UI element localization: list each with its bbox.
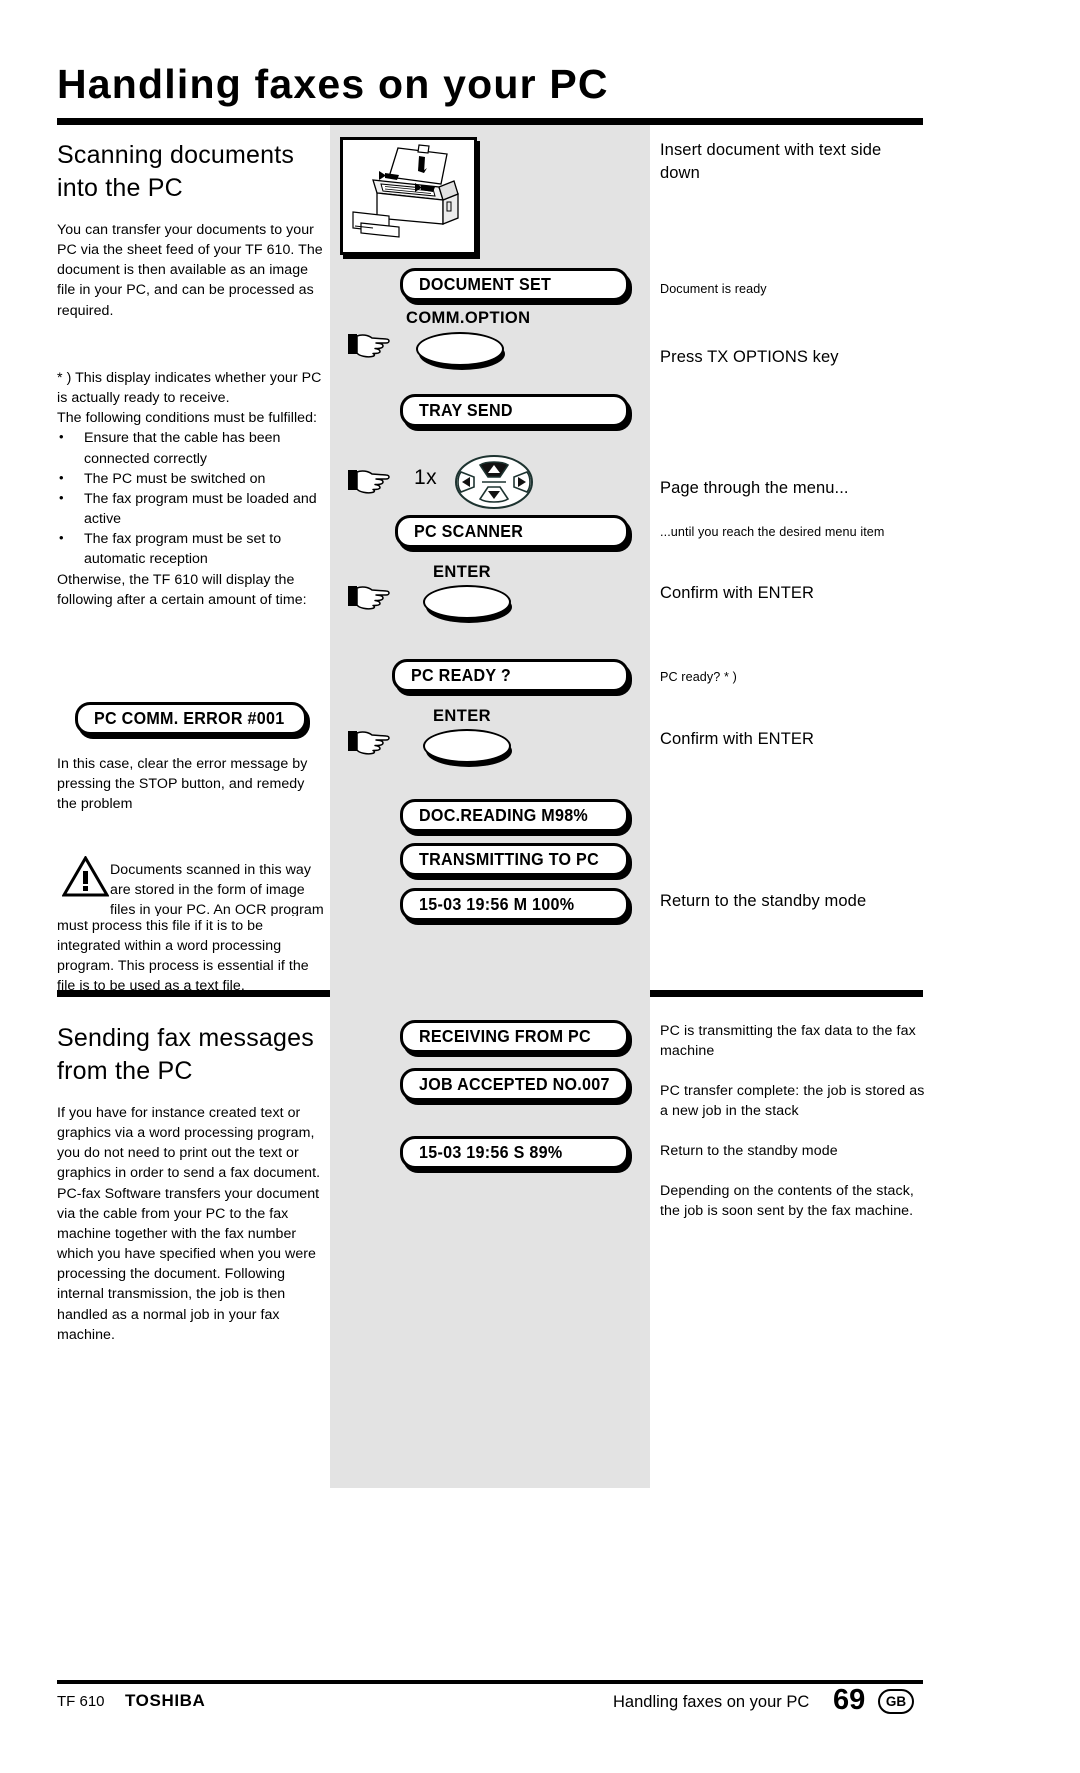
annotation-depending-stack: Depending on the contents of the stack, …	[660, 1183, 914, 1219]
annotation-return-standby-2: Return to the standby mode	[660, 1143, 838, 1159]
repeat-count-label: 1x	[414, 466, 438, 489]
key-label-comm-option: COMM.OPTION	[406, 309, 531, 327]
manual-page: Handling faxes on your PC Scanning docum…	[0, 0, 1080, 1773]
fax-machine-illustration	[340, 137, 477, 255]
lcd-pc-ready: PC READY ?	[392, 659, 629, 692]
annotation-insert-document: Insert document with text side down	[660, 141, 882, 182]
comm-option-button[interactable]	[416, 332, 504, 366]
pointing-hand-icon	[348, 727, 394, 757]
list-item: Ensure that the cable has been connected…	[57, 428, 325, 468]
footer-divider	[57, 1680, 923, 1684]
warning-text-cont: must process this file if it is to be in…	[57, 918, 309, 995]
lcd-pc-comm-error: PC COMM. ERROR #001	[75, 702, 307, 735]
annotation-confirm-enter-2: Confirm with ENTER	[660, 730, 814, 748]
annotation-return-standby-1: Return to the standby mode	[660, 892, 867, 910]
section2-heading: Sending fax messages from the PC	[57, 1022, 325, 1087]
annotation-page-through: Page through the menu...	[660, 479, 849, 497]
section1-footnote: * ) This display indicates whether your …	[57, 368, 325, 610]
section1-warning-text-head: Documents scanned in this way are stored…	[110, 862, 324, 916]
enter-button[interactable]	[423, 729, 511, 763]
section1-heading-line2: into the PC	[57, 173, 183, 202]
page-title: Handling faxes on your PC	[57, 61, 609, 107]
key-label-enter: ENTER	[433, 563, 491, 581]
warning-icon	[61, 855, 110, 897]
annotation-pc-transmitting: PC is transmitting the fax data to the f…	[660, 1023, 916, 1059]
lcd-doc-reading: DOC.READING M98%	[400, 799, 629, 832]
section1-heading: Scanning documents into the PC	[57, 139, 325, 204]
list-item: The fax program must be set to automatic…	[57, 529, 325, 569]
section1-after-error: In this case, clear the error message by…	[57, 756, 308, 813]
page-number: 69	[833, 1684, 866, 1716]
section-divider-right	[650, 990, 923, 997]
pointing-hand-icon	[348, 466, 394, 496]
locale-badge: GB	[878, 1689, 914, 1714]
annotation-pc-transfer-complete: PC transfer complete: the job is stored …	[660, 1083, 925, 1119]
navigation-pad[interactable]	[455, 455, 533, 509]
pointing-hand-icon	[348, 330, 394, 360]
footer-brand: TOSHIBA	[125, 1691, 206, 1710]
section2-heading-line1: Sending fax messages	[57, 1024, 314, 1052]
lcd-job-accepted: JOB ACCEPTED NO.007	[400, 1068, 629, 1101]
section1-heading-line1: Scanning documents	[57, 141, 295, 169]
key-label-enter: ENTER	[433, 707, 491, 725]
lcd-standby-1: 15-03 19:56 M 100%	[400, 888, 629, 921]
header-divider	[57, 118, 923, 125]
section2-heading-line2: from the PC	[57, 1056, 193, 1085]
center-band-lower	[330, 985, 650, 1488]
annotation-pc-ready-note: PC ready? * )	[660, 670, 737, 684]
section1-intro: You can transfer your documents to your …	[57, 222, 323, 319]
lcd-tray-send: TRAY SEND	[400, 394, 629, 427]
lcd-receiving-from-pc: RECEIVING FROM PC	[400, 1020, 629, 1053]
lcd-pc-scanner: PC SCANNER	[395, 515, 629, 548]
annotation-until-reach: ...until you reach the desired menu item	[660, 525, 885, 539]
lcd-standby-2: 15-03 19:56 S 89%	[400, 1136, 629, 1169]
annotation-document-ready: Document is ready	[660, 282, 767, 296]
pointing-hand-icon	[348, 582, 394, 612]
section-divider-left	[57, 990, 330, 997]
section1-warning-text-body: must process this file if it is to be in…	[57, 916, 327, 997]
footer-model: TF 610	[57, 1693, 105, 1710]
annotation-press-tx-options: Press TX OPTIONS key	[660, 348, 839, 366]
conditions-list: Ensure that the cable has been connected…	[57, 428, 325, 569]
lcd-document-set: DOCUMENT SET	[400, 268, 629, 301]
section2-body: If you have for instance created text or…	[57, 1105, 321, 1343]
enter-button[interactable]	[423, 585, 511, 619]
list-item: The PC must be switched on	[57, 469, 325, 489]
footer-section-title: Handling faxes on your PC	[613, 1693, 810, 1711]
list-item: The fax program must be loaded and activ…	[57, 489, 325, 529]
lcd-transmitting-to-pc: TRANSMITTING TO PC	[400, 843, 629, 876]
annotation-confirm-enter-1: Confirm with ENTER	[660, 584, 814, 602]
